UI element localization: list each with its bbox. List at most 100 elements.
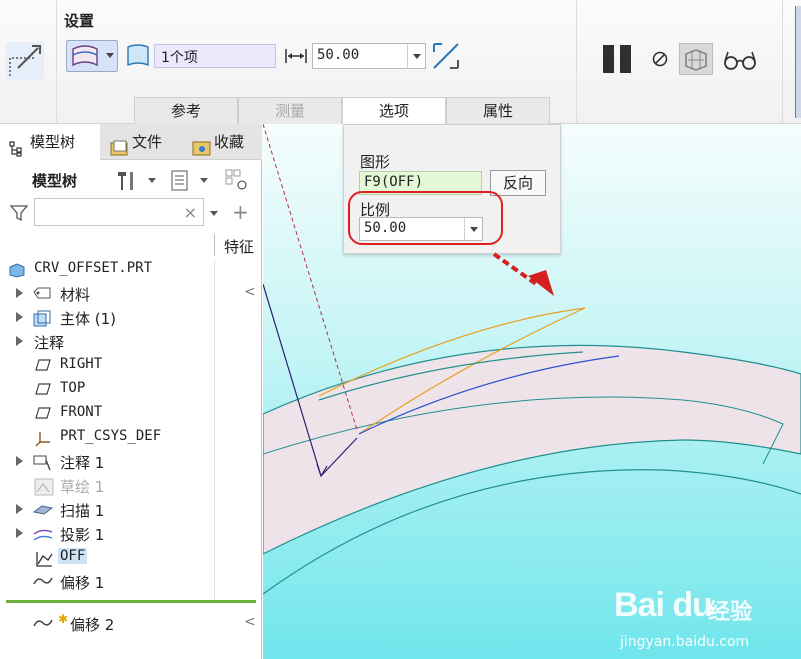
settings-list-icon[interactable] [168, 168, 192, 192]
ribbon: 设置 1个项 50.00 参考 测量 选项 属性 [0, 0, 801, 125]
tree-row-label: 注释 1 [60, 454, 105, 472]
part-icon [8, 262, 26, 278]
insert-indicator[interactable] [6, 600, 256, 603]
stop-icon[interactable] [651, 50, 669, 68]
tree-row-label: 材料 [60, 286, 91, 304]
tree-row-annotations[interactable]: 注释 [0, 330, 262, 354]
filter-row: × + [0, 196, 262, 230]
glasses-icon[interactable] [722, 48, 758, 72]
ribbon-separator [576, 0, 577, 124]
ribbon-separator [782, 0, 783, 124]
tree-row-csys[interactable]: PRT_CSYS_DEF [0, 426, 262, 450]
watermark-url: jingyan.baidu.com [620, 634, 750, 650]
baidu-watermark-logo: Bai du 经验 jingyan.baidu.com [610, 572, 790, 656]
chevron-down-icon [106, 53, 114, 58]
tree-search-input[interactable]: × [34, 198, 204, 226]
tree-row-label: 扫描 1 [60, 502, 105, 520]
tree-icon [8, 134, 25, 157]
tab-files[interactable]: 文件 [102, 124, 182, 160]
chevron-down-icon[interactable] [407, 44, 425, 68]
offset-icon [32, 616, 54, 634]
tab-model-tree[interactable]: 模型树 [0, 124, 100, 160]
expand-icon[interactable] [16, 336, 23, 346]
tree-row-label: FRONT [60, 404, 103, 420]
clear-icon[interactable]: × [184, 203, 197, 222]
new-feature-star-icon: ✱ [58, 612, 69, 626]
surface-icon[interactable] [124, 43, 152, 69]
expand-icon[interactable] [16, 528, 23, 538]
pause-icon[interactable] [601, 45, 633, 75]
tree-row-graph-off[interactable]: OFF [0, 546, 262, 570]
tab-favorites[interactable]: 收藏 [184, 124, 262, 160]
collapse-column-icon[interactable]: < [244, 614, 256, 630]
tree-row-top-plane[interactable]: TOP [0, 378, 262, 402]
tree-row-material[interactable]: 材料 < [0, 282, 262, 306]
offset-value: 50.00 [317, 47, 360, 63]
folder-icon [110, 134, 128, 156]
tab-label: 模型树 [30, 133, 76, 151]
ribbon-separator [56, 0, 57, 124]
tree-row-annotation-1[interactable]: 注释 1 [0, 450, 262, 474]
tab-options[interactable]: 选项 [342, 97, 446, 125]
tree-row-part[interactable]: CRV_OFFSET.PRT [0, 258, 262, 282]
offset-curve-icon [72, 45, 98, 67]
tree-row-label: 主体 (1) [60, 310, 117, 328]
tree-row-projection-1[interactable]: 投影 1 [0, 522, 262, 546]
navigator-panel: 模型树 文件 收藏 模型树 × + 特征 CRV_OFFSET.PRT 材料 <… [0, 124, 262, 659]
collapse-column-icon[interactable]: < [244, 284, 256, 300]
ribbon-edge [795, 6, 801, 118]
flip-direction-icon[interactable] [430, 40, 462, 72]
expand-icon[interactable] [16, 288, 23, 298]
show-columns-icon[interactable] [224, 168, 248, 192]
tree-row-offset-1[interactable]: 偏移 1 [0, 570, 262, 594]
app-window: 设置 1个项 50.00 参考 测量 选项 属性 模型树 文件 收藏 模型树 ×… [0, 0, 801, 659]
expand-icon[interactable] [16, 312, 23, 322]
datum-plane-icon [34, 358, 52, 374]
dimension-icon [284, 46, 308, 66]
tree-column-header: 特征 [0, 234, 262, 260]
tree-row-label: CRV_OFFSET.PRT [34, 260, 153, 276]
reference-collector[interactable]: 1个项 [154, 44, 276, 68]
body-icon [32, 310, 51, 327]
column-divider[interactable] [214, 234, 215, 256]
add-icon[interactable]: + [232, 200, 249, 224]
material-icon [32, 286, 51, 302]
section-title: 设置 [64, 12, 95, 30]
datum-plane-icon [34, 382, 52, 398]
graph-icon [34, 550, 53, 567]
tree-row-label: RIGHT [60, 356, 103, 372]
sketch-icon [34, 478, 54, 496]
filter-icon[interactable] [9, 204, 29, 226]
tree-row-sketch-1[interactable]: 草绘 1 [0, 474, 262, 498]
preview-icon[interactable] [679, 43, 713, 75]
navigator-tabs: 模型树 文件 收藏 [0, 124, 262, 160]
curve-type-dropdown[interactable] [66, 40, 118, 72]
chevron-down-icon[interactable] [200, 178, 208, 183]
tree-row-right-plane[interactable]: RIGHT [0, 354, 262, 378]
tab-references[interactable]: 参考 [134, 97, 238, 124]
tree-row-sweep-1[interactable]: 扫描 1 [0, 498, 262, 522]
watermark-brand: Bai du [614, 586, 713, 624]
tab-measure: 测量 [238, 97, 342, 124]
column-feature[interactable]: 特征 [224, 236, 254, 257]
reverse-button[interactable]: 反向 [490, 170, 546, 196]
offset-curve-icon[interactable] [4, 38, 46, 84]
tree-row-label: 偏移 2 [70, 616, 115, 634]
tree-row-body[interactable]: 主体 (1) [0, 306, 262, 330]
watermark-brand-cn: 经验 [708, 600, 753, 625]
tools-icon[interactable] [114, 168, 138, 192]
offset-value-combo[interactable]: 50.00 [312, 43, 426, 69]
sweep-icon [32, 502, 54, 518]
tree-row-label: 草绘 1 [60, 478, 105, 496]
expand-icon[interactable] [16, 456, 23, 466]
offset-icon [32, 574, 53, 590]
csys-icon [34, 430, 52, 447]
highlight-annotation [348, 191, 503, 245]
chevron-down-icon[interactable] [210, 211, 218, 216]
tree-row-offset-2[interactable]: ✱ 偏移 2 < [0, 612, 262, 636]
tree-row-label: TOP [60, 380, 86, 396]
tree-row-front-plane[interactable]: FRONT [0, 402, 262, 426]
chevron-down-icon[interactable] [148, 178, 156, 183]
tab-properties[interactable]: 属性 [446, 97, 550, 124]
expand-icon[interactable] [16, 504, 23, 514]
